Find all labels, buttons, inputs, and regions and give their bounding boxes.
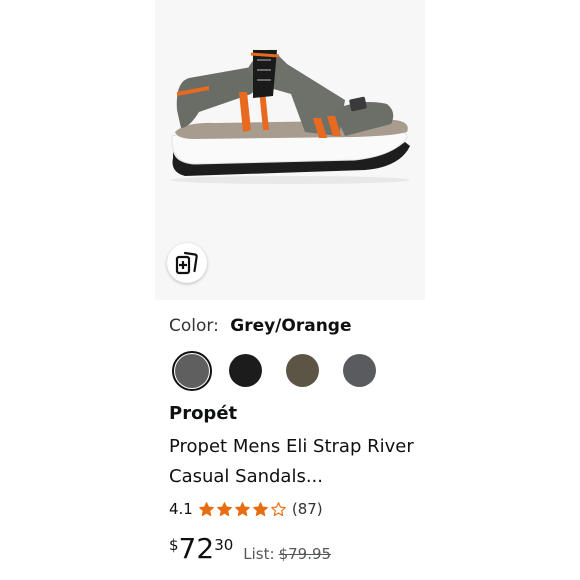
color-swatch-dark-grey[interactable]	[343, 354, 376, 387]
price-currency: $	[169, 536, 179, 554]
product-image-area[interactable]	[155, 0, 425, 300]
list-price-value: $79.95	[278, 545, 332, 563]
rating-value: 4.1	[169, 500, 193, 518]
color-selector-label: Color: Grey/Orange	[169, 316, 352, 336]
star-icon	[199, 501, 214, 516]
compare-cards-icon	[175, 251, 198, 275]
price: $ 72 30 List: $79.95	[169, 532, 331, 566]
color-label: Color:	[169, 316, 219, 336]
color-value: Grey/Orange	[230, 316, 352, 336]
product-title[interactable]: Propet Mens Eli Strap River Casual Sanda…	[169, 432, 414, 492]
price-fraction: 30	[214, 536, 234, 554]
star-icon	[217, 501, 232, 516]
color-swatches	[172, 351, 412, 391]
star-icon	[253, 501, 268, 516]
list-price-label: List:	[243, 545, 275, 563]
price-whole: 72	[178, 532, 215, 565]
product-brand: Propét	[169, 403, 238, 424]
star-icon	[235, 501, 250, 516]
star-rating	[198, 501, 288, 518]
color-swatch-black[interactable]	[229, 354, 262, 387]
star-icon	[271, 501, 286, 516]
color-swatch-grey[interactable]	[172, 351, 212, 391]
rating-count[interactable]: (87)	[292, 500, 323, 518]
color-swatch-brown-grey[interactable]	[286, 354, 319, 387]
product-image[interactable]	[155, 20, 425, 190]
rating-row[interactable]: 4.1 (87)	[169, 500, 323, 518]
list-price: List: $79.95	[243, 545, 331, 563]
compare-button[interactable]	[167, 243, 207, 283]
product-card[interactable]: Color: Grey/Orange Propét Propet Mens El…	[155, 0, 425, 580]
